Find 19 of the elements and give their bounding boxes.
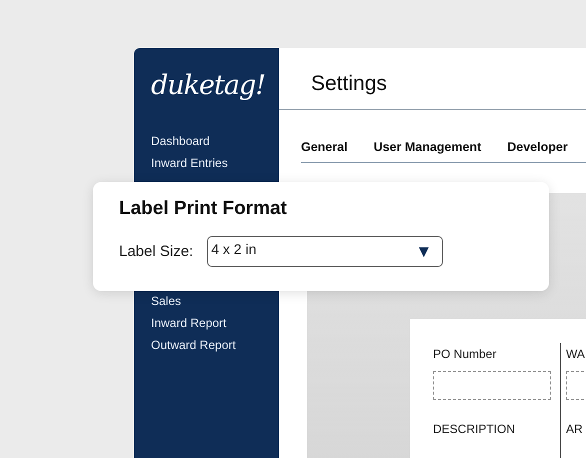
label-size-select[interactable]: 4 x 2 in ▼ bbox=[207, 236, 444, 267]
field-heading: DESCRIPTION bbox=[433, 422, 516, 436]
field-label: Label Size: bbox=[119, 243, 194, 260]
dialog-title: Label Print Format bbox=[119, 198, 287, 220]
nav-item[interactable]: Dashboard bbox=[151, 133, 210, 150]
tab[interactable]: General bbox=[301, 140, 348, 154]
logo: duketag! bbox=[151, 70, 266, 101]
nav-item[interactable]: Inward Report bbox=[151, 315, 226, 332]
caret-icon: ▼ bbox=[415, 242, 432, 262]
page-title: Settings bbox=[310, 71, 388, 97]
nav-item[interactable]: Inward Entries bbox=[151, 155, 228, 172]
tab[interactable]: User Management bbox=[374, 140, 482, 154]
tab[interactable]: Developer bbox=[507, 140, 568, 154]
nav-item[interactable]: Outward Report bbox=[151, 337, 236, 354]
input-field[interactable] bbox=[433, 371, 551, 400]
field-heading: AR bbox=[566, 422, 583, 436]
field-heading: PO Number bbox=[433, 347, 496, 361]
field-heading: WA bbox=[566, 347, 585, 361]
nav-item[interactable]: Sales bbox=[151, 293, 182, 310]
